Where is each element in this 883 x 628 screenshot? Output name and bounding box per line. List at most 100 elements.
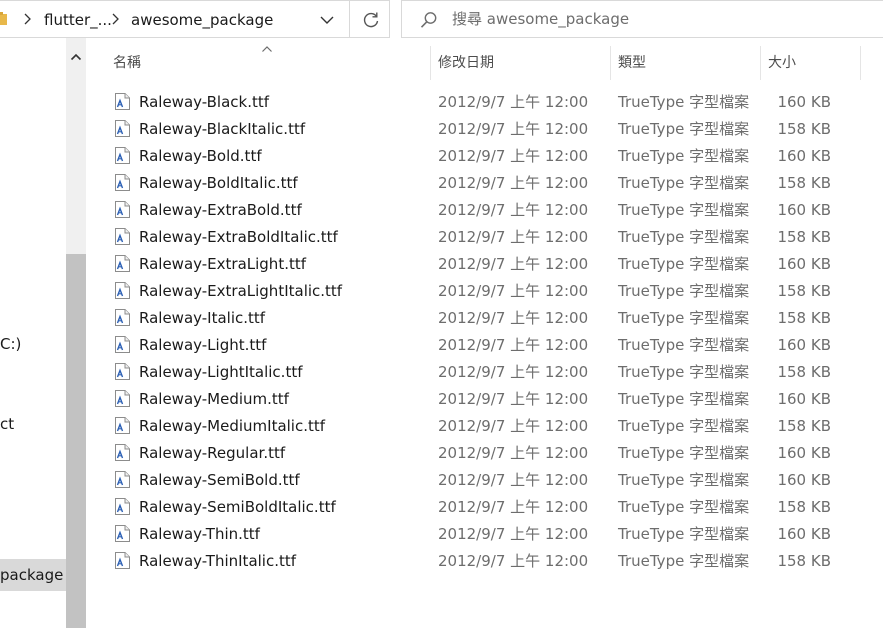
file-type: TrueType 字型檔案 [618,552,750,570]
file-type: TrueType 字型檔案 [618,498,750,516]
nav-item-label: package [0,566,64,584]
scrollbar-thumb[interactable] [66,254,86,628]
column-header-size[interactable]: 大小 [761,46,861,80]
file-size: 158 KB [777,498,831,516]
navigation-pane: C:) ct package [0,38,66,615]
table-row[interactable]: Raleway-BoldItalic.ttf 2012/9/7 上午 12:00 T… [106,169,866,196]
table-row[interactable]: Raleway-SemiBoldItalic.ttf 2012/9/7 上午 12… [106,493,866,520]
file-type: TrueType 字型檔案 [618,336,750,354]
column-header-date[interactable]: 修改日期 [431,46,611,80]
nav-item-awesome-package[interactable]: package [0,559,66,591]
file-modified-date: 2012/9/7 上午 12:00 [438,120,589,138]
table-row[interactable]: Raleway-Light.ttf 2012/9/7 上午 12:00 TrueTy… [106,331,866,358]
font-file-icon [115,498,130,515]
file-name[interactable]: Raleway-Light.ttf [139,335,266,355]
table-row[interactable]: Raleway-ThinItalic.ttf 2012/9/7 上午 12:00 T… [106,547,866,574]
file-modified-date: 2012/9/7 上午 12:00 [438,471,589,489]
search-input[interactable] [452,8,872,30]
file-size: 158 KB [777,120,831,138]
file-type: TrueType 字型檔案 [618,363,750,381]
file-size: 158 KB [777,417,831,435]
scroll-up-arrow-icon[interactable] [70,52,82,62]
font-file-icon [115,282,130,299]
table-row[interactable]: Raleway-MediumItalic.ttf 2012/9/7 上午 12:0… [106,412,866,439]
file-modified-date: 2012/9/7 上午 12:00 [438,282,589,300]
file-modified-date: 2012/9/7 上午 12:00 [438,255,589,273]
file-name[interactable]: Raleway-Regular.ttf [139,443,285,463]
breadcrumb[interactable]: flutter_... awesome_package [0,0,350,38]
file-modified-date: 2012/9/7 上午 12:00 [438,174,589,192]
file-name[interactable]: Raleway-SemiBoldItalic.ttf [139,497,336,517]
file-name[interactable]: Raleway-MediumItalic.ttf [139,416,325,436]
file-name[interactable]: Raleway-BlackItalic.ttf [139,119,305,139]
column-header-type[interactable]: 類型 [611,46,761,80]
table-row[interactable]: Raleway-Bold.ttf 2012/9/7 上午 12:00 TrueTyp… [106,142,866,169]
breadcrumb-item-flutter[interactable]: flutter_... [44,10,112,30]
nav-item-project[interactable]: ct [0,414,14,434]
font-file-icon [115,174,130,191]
file-modified-date: 2012/9/7 上午 12:00 [438,498,589,516]
file-name[interactable]: Raleway-Italic.ttf [139,308,265,328]
file-type: TrueType 字型檔案 [618,228,750,246]
font-file-icon [115,93,130,110]
file-modified-date: 2012/9/7 上午 12:00 [438,147,589,165]
chevron-down-icon[interactable] [316,11,338,29]
file-type: TrueType 字型檔案 [618,525,750,543]
file-modified-date: 2012/9/7 上午 12:00 [438,444,589,462]
table-row[interactable]: Raleway-ExtraLightItalic.ttf 2012/9/7 上午 … [106,277,866,304]
file-size: 160 KB [777,390,831,408]
file-name[interactable]: Raleway-ExtraLight.ttf [139,254,306,274]
file-name[interactable]: Raleway-ExtraBold.ttf [139,200,302,220]
font-file-icon [115,255,130,272]
file-size: 158 KB [777,309,831,327]
refresh-button[interactable] [350,0,390,38]
table-row[interactable]: Raleway-Regular.ttf 2012/9/7 上午 12:00 True… [106,439,866,466]
file-name[interactable]: Raleway-Thin.ttf [139,524,260,544]
table-row[interactable]: Raleway-SemiBold.ttf 2012/9/7 上午 12:00 Tru… [106,466,866,493]
table-row[interactable]: Raleway-Black.ttf 2012/9/7 上午 12:00 TrueTy… [106,88,866,115]
chevron-right-icon[interactable] [22,12,32,26]
font-file-icon [115,147,130,164]
file-size: 158 KB [777,552,831,570]
file-type: TrueType 字型檔案 [618,93,750,111]
file-size: 160 KB [777,93,831,111]
file-type: TrueType 字型檔案 [618,471,750,489]
file-name[interactable]: Raleway-Bold.ttf [139,146,262,166]
file-name[interactable]: Raleway-Black.ttf [139,92,269,112]
breadcrumb-item-awesome-package[interactable]: awesome_package [131,10,273,30]
navigation-scrollbar[interactable] [66,38,86,628]
column-header-name[interactable]: 名稱 [106,46,431,80]
file-size: 160 KB [777,336,831,354]
file-size: 160 KB [777,147,831,165]
file-name[interactable]: Raleway-BoldItalic.ttf [139,173,298,193]
table-row[interactable]: Raleway-ExtraLight.ttf 2012/9/7 上午 12:00 T… [106,250,866,277]
table-row[interactable]: Raleway-Italic.ttf 2012/9/7 上午 12:00 TrueT… [106,304,866,331]
file-name[interactable]: Raleway-ThinItalic.ttf [139,551,296,571]
search-box[interactable] [401,0,883,38]
table-row[interactable]: Raleway-Medium.ttf 2012/9/7 上午 12:00 TrueT… [106,385,866,412]
file-modified-date: 2012/9/7 上午 12:00 [438,525,589,543]
file-modified-date: 2012/9/7 上午 12:00 [438,93,589,111]
file-size: 160 KB [777,201,831,219]
nav-item-drive-c[interactable]: C:) [0,334,21,354]
file-type: TrueType 字型檔案 [618,309,750,327]
font-file-icon [115,471,130,488]
table-row[interactable]: Raleway-Thin.ttf 2012/9/7 上午 12:00 TrueTyp… [106,520,866,547]
table-row[interactable]: Raleway-LightItalic.ttf 2012/9/7 上午 12:00… [106,358,866,385]
font-file-icon [115,552,130,569]
file-name[interactable]: Raleway-SemiBold.ttf [139,470,300,490]
table-row[interactable]: Raleway-ExtraBoldItalic.ttf 2012/9/7 上午 1… [106,223,866,250]
file-type: TrueType 字型檔案 [618,255,750,273]
file-name[interactable]: Raleway-LightItalic.ttf [139,362,303,382]
file-name[interactable]: Raleway-Medium.ttf [139,389,289,409]
file-name[interactable]: Raleway-ExtraLightItalic.ttf [139,281,342,301]
file-size: 158 KB [777,282,831,300]
file-name[interactable]: Raleway-ExtraBoldItalic.ttf [139,227,338,247]
file-modified-date: 2012/9/7 上午 12:00 [438,228,589,246]
search-icon [420,12,437,28]
chevron-right-icon[interactable] [110,12,120,26]
file-type: TrueType 字型檔案 [618,201,750,219]
table-row[interactable]: Raleway-BlackItalic.ttf 2012/9/7 上午 12:00… [106,115,866,142]
file-type: TrueType 字型檔案 [618,147,750,165]
table-row[interactable]: Raleway-ExtraBold.ttf 2012/9/7 上午 12:00 Tr… [106,196,866,223]
